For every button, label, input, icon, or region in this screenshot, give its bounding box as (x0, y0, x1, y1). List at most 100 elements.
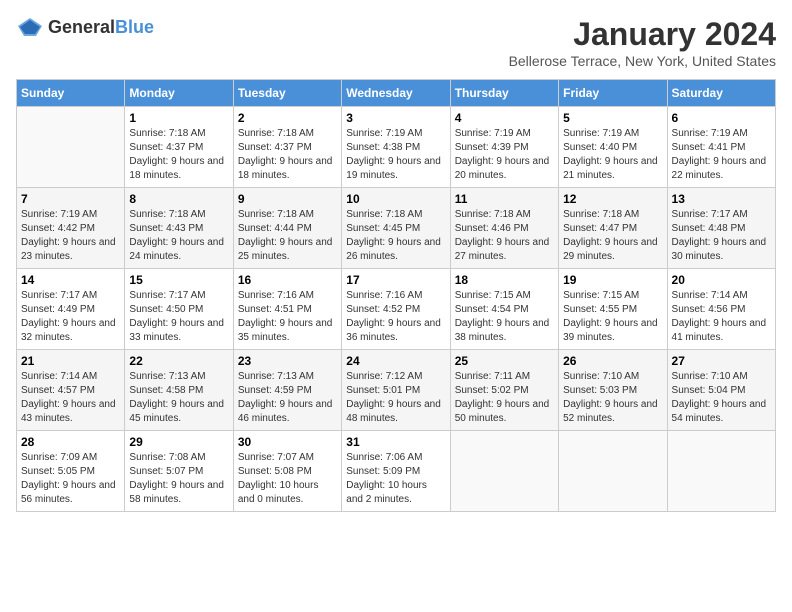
month-title: January 2024 (509, 16, 776, 53)
day-info: Sunrise: 7:09 AMSunset: 5:05 PMDaylight:… (21, 451, 120, 507)
calendar-week-row: 14 Sunrise: 7:17 AMSunset: 4:49 PMDayligh… (17, 269, 776, 350)
weekday-header: Tuesday (233, 80, 341, 107)
day-info: Sunrise: 7:19 AMSunset: 4:42 PMDaylight:… (21, 208, 120, 264)
calendar-week-row: 28 Sunrise: 7:09 AMSunset: 5:05 PMDayligh… (17, 431, 776, 512)
day-number: 22 (129, 354, 228, 368)
calendar-cell: 28 Sunrise: 7:09 AMSunset: 5:05 PMDayligh… (17, 431, 125, 512)
day-info: Sunrise: 7:18 AMSunset: 4:47 PMDaylight:… (563, 208, 662, 264)
day-number: 25 (455, 354, 554, 368)
logo-icon (16, 16, 44, 38)
weekday-header: Wednesday (342, 80, 450, 107)
calendar-cell: 2 Sunrise: 7:18 AMSunset: 4:37 PMDaylight… (233, 107, 341, 188)
calendar-cell: 11 Sunrise: 7:18 AMSunset: 4:46 PMDayligh… (450, 188, 558, 269)
day-number: 2 (238, 111, 337, 125)
day-info: Sunrise: 7:13 AMSunset: 4:58 PMDaylight:… (129, 370, 228, 426)
day-info: Sunrise: 7:19 AMSunset: 4:39 PMDaylight:… (455, 127, 554, 183)
day-number: 3 (346, 111, 445, 125)
day-number: 31 (346, 435, 445, 449)
calendar-cell: 20Sunrise: 7:14 AMSunset: 4:56 PMDayligh… (667, 269, 775, 350)
calendar-cell: 12 Sunrise: 7:18 AMSunset: 4:47 PMDayligh… (559, 188, 667, 269)
calendar-cell: 3 Sunrise: 7:19 AMSunset: 4:38 PMDaylight… (342, 107, 450, 188)
day-number: 9 (238, 192, 337, 206)
day-info: Sunrise: 7:07 AMSunset: 5:08 PMDaylight:… (238, 451, 337, 507)
day-number: 7 (21, 192, 120, 206)
calendar-cell: 22 Sunrise: 7:13 AMSunset: 4:58 PMDayligh… (125, 350, 233, 431)
day-number: 28 (21, 435, 120, 449)
calendar-cell: 17 Sunrise: 7:16 AMSunset: 4:52 PMDayligh… (342, 269, 450, 350)
day-info: Sunrise: 7:14 AMSunset: 4:56 PMDaylight:… (672, 289, 771, 345)
day-info: Sunrise: 7:19 AMSunset: 4:38 PMDaylight:… (346, 127, 445, 183)
calendar-cell: 9 Sunrise: 7:18 AMSunset: 4:44 PMDaylight… (233, 188, 341, 269)
calendar-week-row: 7 Sunrise: 7:19 AMSunset: 4:42 PMDaylight… (17, 188, 776, 269)
day-number: 8 (129, 192, 228, 206)
day-number: 29 (129, 435, 228, 449)
page-header: GeneralBlue January 2024 Bellerose Terra… (16, 16, 776, 69)
day-info: Sunrise: 7:18 AMSunset: 4:43 PMDaylight:… (129, 208, 228, 264)
day-info: Sunrise: 7:15 AMSunset: 4:54 PMDaylight:… (455, 289, 554, 345)
day-number: 12 (563, 192, 662, 206)
logo-general: General (48, 17, 115, 37)
day-info: Sunrise: 7:16 AMSunset: 4:51 PMDaylight:… (238, 289, 337, 345)
day-number: 11 (455, 192, 554, 206)
calendar-cell: 19Sunrise: 7:15 AMSunset: 4:55 PMDayligh… (559, 269, 667, 350)
day-info: Sunrise: 7:18 AMSunset: 4:44 PMDaylight:… (238, 208, 337, 264)
weekday-header: Saturday (667, 80, 775, 107)
day-number: 4 (455, 111, 554, 125)
day-number: 17 (346, 273, 445, 287)
calendar-table: SundayMondayTuesdayWednesdayThursdayFrid… (16, 79, 776, 512)
day-info: Sunrise: 7:17 AMSunset: 4:48 PMDaylight:… (672, 208, 771, 264)
location-title: Bellerose Terrace, New York, United Stat… (509, 53, 776, 69)
calendar-cell (667, 431, 775, 512)
calendar-cell: 4 Sunrise: 7:19 AMSunset: 4:39 PMDaylight… (450, 107, 558, 188)
calendar-cell: 25Sunrise: 7:11 AMSunset: 5:02 PMDayligh… (450, 350, 558, 431)
day-number: 21 (21, 354, 120, 368)
calendar-cell (450, 431, 558, 512)
calendar-cell: 21 Sunrise: 7:14 AMSunset: 4:57 PMDayligh… (17, 350, 125, 431)
calendar-cell: 14 Sunrise: 7:17 AMSunset: 4:49 PMDayligh… (17, 269, 125, 350)
calendar-cell: 1Sunrise: 7:18 AMSunset: 4:37 PMDaylight… (125, 107, 233, 188)
calendar-cell: 18 Sunrise: 7:15 AMSunset: 4:54 PMDayligh… (450, 269, 558, 350)
logo-text: GeneralBlue (48, 17, 154, 38)
day-number: 18 (455, 273, 554, 287)
day-number: 27 (672, 354, 771, 368)
weekday-header: Friday (559, 80, 667, 107)
day-info: Sunrise: 7:18 AMSunset: 4:37 PMDaylight:… (238, 127, 337, 183)
day-number: 13 (672, 192, 771, 206)
day-info: Sunrise: 7:06 AMSunset: 5:09 PMDaylight:… (346, 451, 445, 507)
day-number: 30 (238, 435, 337, 449)
calendar-cell: 31 Sunrise: 7:06 AMSunset: 5:09 PMDayligh… (342, 431, 450, 512)
day-info: Sunrise: 7:19 AMSunset: 4:40 PMDaylight:… (563, 127, 662, 183)
calendar-cell: 8 Sunrise: 7:18 AMSunset: 4:43 PMDaylight… (125, 188, 233, 269)
day-info: Sunrise: 7:16 AMSunset: 4:52 PMDaylight:… (346, 289, 445, 345)
day-number: 15 (129, 273, 228, 287)
day-info: Sunrise: 7:18 AMSunset: 4:46 PMDaylight:… (455, 208, 554, 264)
weekday-header: Monday (125, 80, 233, 107)
logo: GeneralBlue (16, 16, 154, 38)
calendar-cell: 26Sunrise: 7:10 AMSunset: 5:03 PMDayligh… (559, 350, 667, 431)
calendar-cell: 15 Sunrise: 7:17 AMSunset: 4:50 PMDayligh… (125, 269, 233, 350)
calendar-cell: 6 Sunrise: 7:19 AMSunset: 4:41 PMDaylight… (667, 107, 775, 188)
calendar-cell: 23Sunrise: 7:13 AMSunset: 4:59 PMDayligh… (233, 350, 341, 431)
day-number: 19 (563, 273, 662, 287)
day-info: Sunrise: 7:18 AMSunset: 4:37 PMDaylight:… (129, 127, 228, 183)
calendar-cell: 16 Sunrise: 7:16 AMSunset: 4:51 PMDayligh… (233, 269, 341, 350)
calendar-header-row: SundayMondayTuesdayWednesdayThursdayFrid… (17, 80, 776, 107)
day-info: Sunrise: 7:10 AMSunset: 5:04 PMDaylight:… (672, 370, 771, 426)
day-info: Sunrise: 7:14 AMSunset: 4:57 PMDaylight:… (21, 370, 120, 426)
day-number: 24 (346, 354, 445, 368)
logo-blue: Blue (115, 17, 154, 37)
day-number: 6 (672, 111, 771, 125)
calendar-cell: 13 Sunrise: 7:17 AMSunset: 4:48 PMDayligh… (667, 188, 775, 269)
day-info: Sunrise: 7:10 AMSunset: 5:03 PMDaylight:… (563, 370, 662, 426)
day-info: Sunrise: 7:17 AMSunset: 4:50 PMDaylight:… (129, 289, 228, 345)
weekday-header: Thursday (450, 80, 558, 107)
calendar-cell: 5Sunrise: 7:19 AMSunset: 4:40 PMDaylight… (559, 107, 667, 188)
weekday-header: Sunday (17, 80, 125, 107)
calendar-cell: 10Sunrise: 7:18 AMSunset: 4:45 PMDayligh… (342, 188, 450, 269)
calendar-week-row: 1Sunrise: 7:18 AMSunset: 4:37 PMDaylight… (17, 107, 776, 188)
day-info: Sunrise: 7:12 AMSunset: 5:01 PMDaylight:… (346, 370, 445, 426)
day-number: 14 (21, 273, 120, 287)
day-number: 16 (238, 273, 337, 287)
day-info: Sunrise: 7:17 AMSunset: 4:49 PMDaylight:… (21, 289, 120, 345)
day-info: Sunrise: 7:19 AMSunset: 4:41 PMDaylight:… (672, 127, 771, 183)
